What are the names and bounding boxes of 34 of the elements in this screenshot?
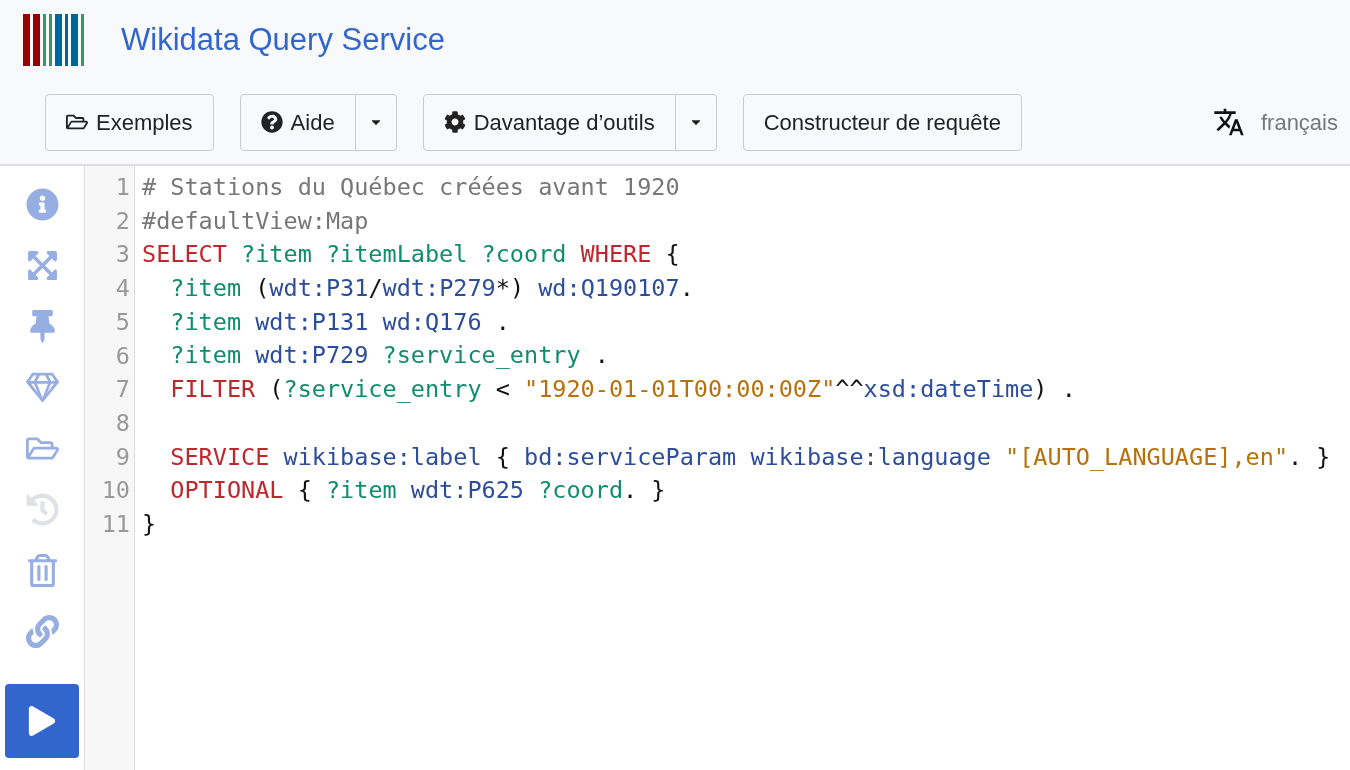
line-number: 11 (101, 509, 130, 541)
tools-button[interactable]: Davantage d’outils (422, 93, 676, 151)
line-number: 3 (115, 239, 130, 271)
code-line: ?item wdt:P729 ?service_entry . (169, 341, 609, 370)
language-link[interactable]: français (1260, 105, 1338, 139)
code-line: OPTIONAL { ?item wdt:P625 ?coord. } (169, 476, 666, 505)
code-line: SELECT ?item ?itemLabel ?coord WHERE { (142, 240, 680, 269)
dropdown-toggle[interactable] (355, 93, 397, 151)
code-line: # Stations du Québec créées avant 1920 (142, 173, 680, 201)
line-number: 8 (115, 407, 130, 439)
line-number: 7 (115, 374, 130, 406)
code-line: ?item wdt:P131 wd:Q176 . (169, 307, 510, 336)
settings-icon (443, 111, 466, 133)
line-number: 9 (115, 441, 130, 473)
line-number: 5 (115, 306, 130, 338)
line-number: 6 (115, 340, 130, 372)
line-number: 4 (115, 273, 130, 305)
dropdown-toggle[interactable] (675, 93, 717, 151)
play-icon (27, 706, 57, 736)
help-icon (260, 111, 283, 133)
app-title[interactable]: Wikidata Query Service (121, 16, 445, 64)
code-line: FILTER (?service_entry < "1920-01-01T00:00:00Z"^^xsd:dateTime) . (169, 375, 1076, 404)
code-line: } (142, 509, 157, 538)
line-number: 2 (115, 205, 130, 237)
code-line: #defaultView:Map (142, 206, 369, 235)
translate-icon[interactable] (1212, 106, 1245, 138)
run-button[interactable] (5, 684, 79, 758)
line-number: 1 (115, 172, 130, 203)
examples-button[interactable]: Exemples (45, 93, 214, 151)
query-builder-button[interactable]: Constructeur de requête (742, 93, 1022, 151)
code-line: SERVICE wikibase:label { bd:serviceParam wikibase:language "[AUTO_LANGUAGE],en". } (169, 442, 1331, 471)
help-button[interactable]: Aide (239, 93, 356, 151)
line-number: 10 (101, 475, 130, 507)
code-line: ?item (wdt:P31/wdt:P279*) wd:Q190107. (169, 274, 694, 303)
